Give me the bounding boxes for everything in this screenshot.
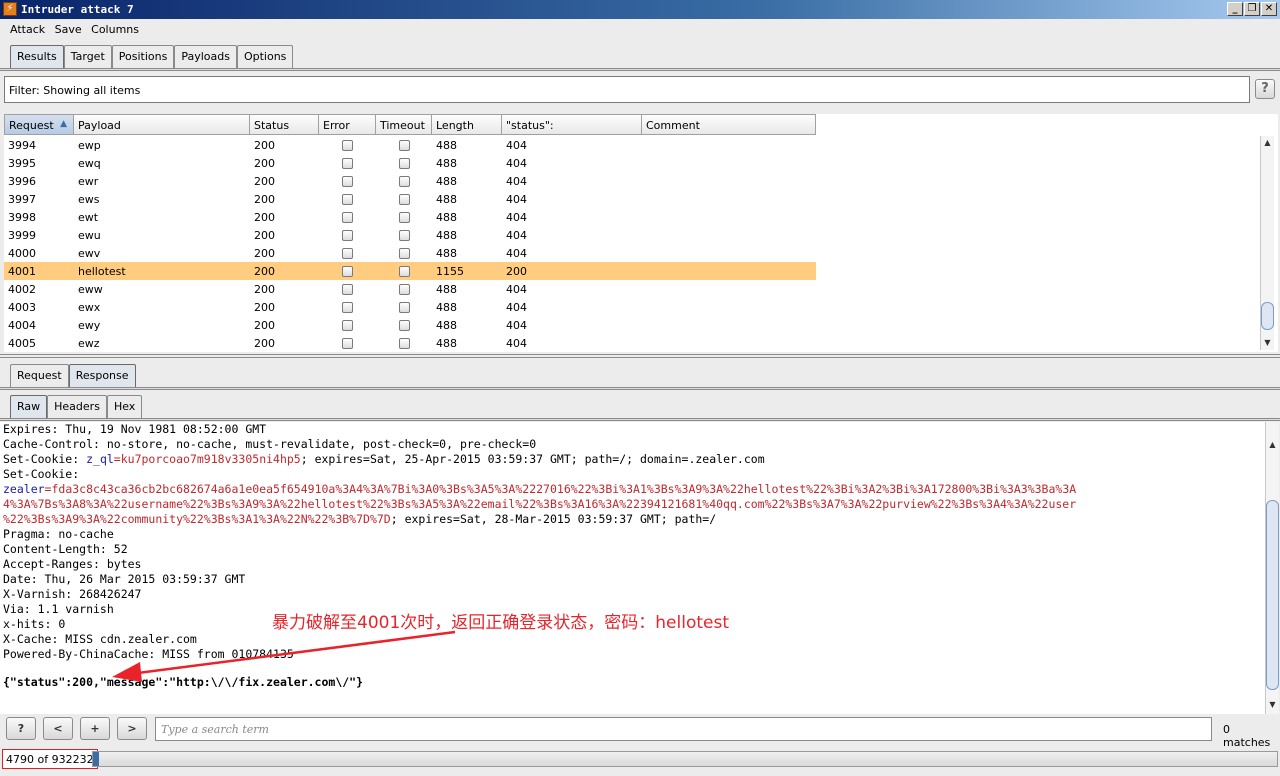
search-matches: 0 matches [1223, 723, 1271, 749]
search-input[interactable]: Type a search term [155, 717, 1212, 741]
request-count: 4790 of 932232 [2, 749, 98, 769]
annotation-arrow [112, 630, 456, 682]
search-next-button[interactable]: > [117, 717, 147, 740]
progress-bar [92, 751, 1278, 767]
search-add-button[interactable]: + [80, 717, 110, 740]
search-prev-button[interactable]: < [43, 717, 73, 740]
search-help-button[interactable]: ? [6, 717, 36, 740]
progress-fill [93, 752, 100, 766]
